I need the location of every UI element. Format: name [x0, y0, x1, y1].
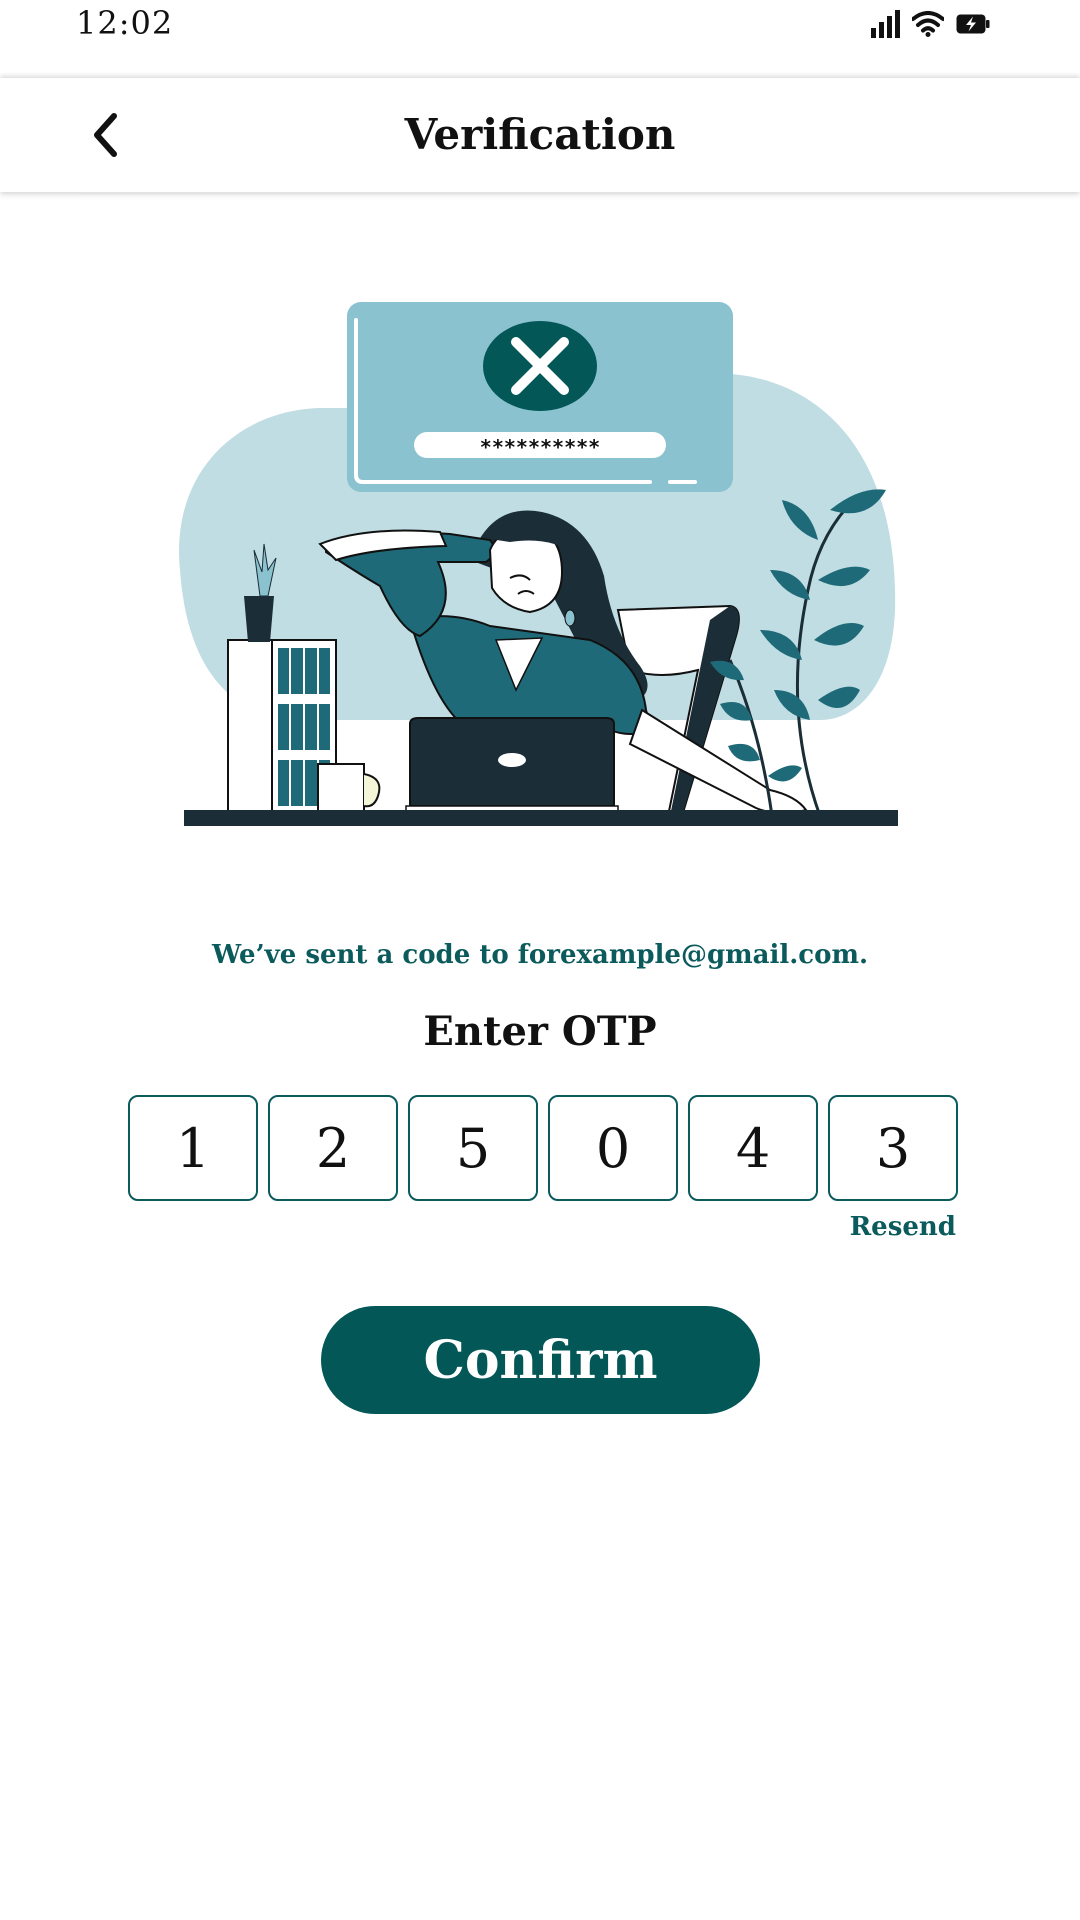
otp-digit-4[interactable]: 0	[548, 1095, 678, 1201]
signal-icon	[871, 10, 900, 38]
page-title: Verification	[404, 110, 676, 159]
otp-digit-1[interactable]: 1	[128, 1095, 258, 1201]
confirm-button[interactable]: Confirm	[321, 1306, 760, 1414]
chevron-left-icon	[94, 113, 117, 157]
otp-input-group: 1 2 5 0 4 3	[128, 1095, 960, 1201]
otp-digit-3[interactable]: 5	[408, 1095, 538, 1201]
otp-heading: Enter OTP	[423, 1008, 657, 1055]
status-icons	[870, 10, 990, 38]
app-bar-divider	[78, 192, 1000, 194]
back-button[interactable]	[74, 102, 140, 168]
resend-link[interactable]: Resend	[850, 1212, 956, 1242]
code-sent-message: We’ve sent a code to forexample@gmail.co…	[211, 940, 869, 970]
otp-digit-2[interactable]: 2	[268, 1095, 398, 1201]
battery-charging-icon	[956, 14, 990, 34]
app-bar: Verification	[0, 78, 1080, 192]
status-bar: 12:02	[0, 0, 1080, 76]
illustration-wrong-password: **********	[179, 302, 898, 826]
status-time: 12:02	[76, 4, 174, 42]
otp-digit-6[interactable]: 3	[828, 1095, 958, 1201]
wifi-icon	[912, 11, 944, 37]
mug	[317, 763, 365, 817]
masked-password: **********	[480, 435, 600, 459]
otp-digit-5[interactable]: 4	[688, 1095, 818, 1201]
desk	[184, 810, 898, 826]
